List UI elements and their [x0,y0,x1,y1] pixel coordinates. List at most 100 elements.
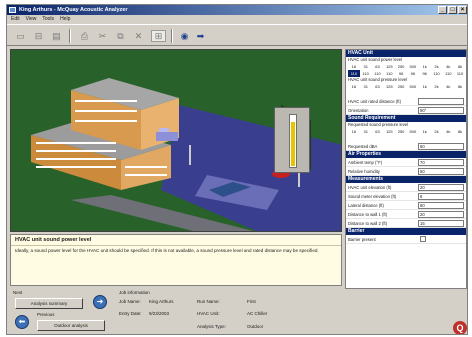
menu-edit[interactable]: Edit [11,15,20,23]
next-arrow-icon[interactable]: ➜ [93,295,107,309]
band-value[interactable] [419,90,431,97]
properties-panel: HVAC Unit HVAC unit sound power level 16… [345,49,467,289]
band-label: 250 [397,129,405,134]
section-barrier: Barrier [346,228,466,235]
band-header: 16 31 63 125 250 500 1k 2k 4k 8k [346,128,466,135]
band-value[interactable]: 110 [442,70,454,77]
hvac-unit-value: AC Chiller [247,311,268,316]
band-value[interactable] [407,90,419,97]
measurement-field[interactable]: 60 [418,201,464,209]
entry-date-label: Entry Date: [119,311,142,316]
app-window: King Arthurs - McQuay Acoustic Analyzer … [6,4,468,335]
band-value[interactable]: 110 [360,70,372,77]
measurement-row: Sound meter elevation (ft) 6 [346,192,466,201]
new-icon[interactable]: ▭ [13,30,28,42]
band-label: 500 [409,84,417,89]
band-value[interactable] [395,135,407,142]
analysis-type-label: Analysis Type: [197,324,226,329]
mcquay-logo: Q [453,321,467,334]
copy-icon[interactable]: ⧉ [113,30,128,42]
orientation-label: Orientation [348,107,369,113]
scale-icon[interactable]: ⊞ [151,30,166,42]
title-bar: King Arthurs - McQuay Acoustic Analyzer … [7,5,467,15]
menu-tools[interactable]: Tools [42,15,54,23]
band-value[interactable]: 96 [419,70,431,77]
section-measurements: Measurements [346,176,466,183]
maximize-button[interactable]: □ [448,6,457,14]
band-value[interactable]: 96 [407,70,419,77]
band-value[interactable] [431,90,443,97]
band-value[interactable]: 96 [395,70,407,77]
paste-icon[interactable]: ✕ [131,30,146,42]
band-label: 31 [363,129,368,134]
band-header: 16 31 63 125 250 500 1k 2k 4k 8k [346,63,466,70]
band-value[interactable]: 110 [431,70,443,77]
band-value[interactable] [360,135,372,142]
power-values-row: 110 110 110 110 96 96 96 110 110 110 [346,70,466,77]
band-value[interactable]: 110 [348,70,360,77]
band-label: 1k [422,64,427,69]
cut-icon[interactable]: ✂ [95,30,110,42]
band-value[interactable] [442,135,454,142]
job-name-value: King Arthurs [149,299,174,304]
band-label: 16 [351,64,357,69]
band-label: 63 [375,84,380,89]
hvac-fan [159,128,169,132]
band-value[interactable] [372,90,384,97]
band-value[interactable] [395,90,407,97]
orientation-row: Orientation 90° [346,106,466,115]
humidity-field[interactable]: 50 [418,167,464,175]
requested-dba-field[interactable]: 60 [418,142,464,150]
band-value[interactable] [407,135,419,142]
close-button[interactable]: × [458,6,467,14]
band-value[interactable] [360,90,372,97]
analysis-type-value: Outdoor [247,324,264,329]
band-label: 500 [409,129,417,134]
arrow-right-icon[interactable]: ➡ [193,30,208,42]
band-value[interactable] [442,90,454,97]
requested-dba-row: Requested dBA 60 [346,142,466,151]
description-title: HVAC unit sound power level [11,235,341,246]
orientation-select[interactable]: 90° [418,106,464,114]
band-value[interactable]: 110 [372,70,384,77]
band-label: 16 [351,84,357,89]
open-icon[interactable]: ⊟ [31,30,46,42]
band-value[interactable] [454,90,466,97]
print-icon[interactable]: ⎙ [77,30,92,42]
band-value[interactable] [419,135,431,142]
job-info-label: Job information [119,290,150,295]
sound-level-fill [291,121,295,166]
previous-button[interactable]: Outdoor analysis [37,320,105,331]
menu-view[interactable]: View [26,15,37,23]
band-value[interactable] [348,90,360,97]
help-icon[interactable]: ◉ [177,30,192,42]
barrier-checkbox[interactable] [420,236,426,242]
measurement-field[interactable]: 20 [418,210,464,218]
hvac-unit [156,132,178,141]
band-value[interactable] [383,135,395,142]
window-row [75,120,137,122]
section-air-properties: Air Properties [346,151,466,158]
band-value[interactable] [383,90,395,97]
minimize-button[interactable]: _ [438,6,447,14]
save-icon[interactable]: ▤ [49,30,64,42]
band-value[interactable] [372,135,384,142]
measurement-field[interactable]: 15 [418,219,464,227]
window-row [36,166,116,168]
band-value[interactable] [431,135,443,142]
ambient-temp-field[interactable]: 70 [418,158,464,166]
band-value[interactable] [454,135,466,142]
rated-distance-field[interactable] [418,97,464,105]
next-button[interactable]: Analysis summary [15,298,83,309]
next-label: Next [13,290,23,295]
band-label: 4k [446,129,451,134]
measurement-field[interactable]: 6 [418,192,464,200]
previous-arrow-icon[interactable]: ⬅ [15,315,29,329]
band-value[interactable]: 110 [383,70,395,77]
3d-site-view[interactable] [10,49,342,232]
measurement-field[interactable]: 20 [418,183,464,191]
band-value[interactable]: 110 [454,70,466,77]
window-row [125,174,167,176]
band-value[interactable] [348,135,360,142]
menu-help[interactable]: Help [60,15,70,23]
